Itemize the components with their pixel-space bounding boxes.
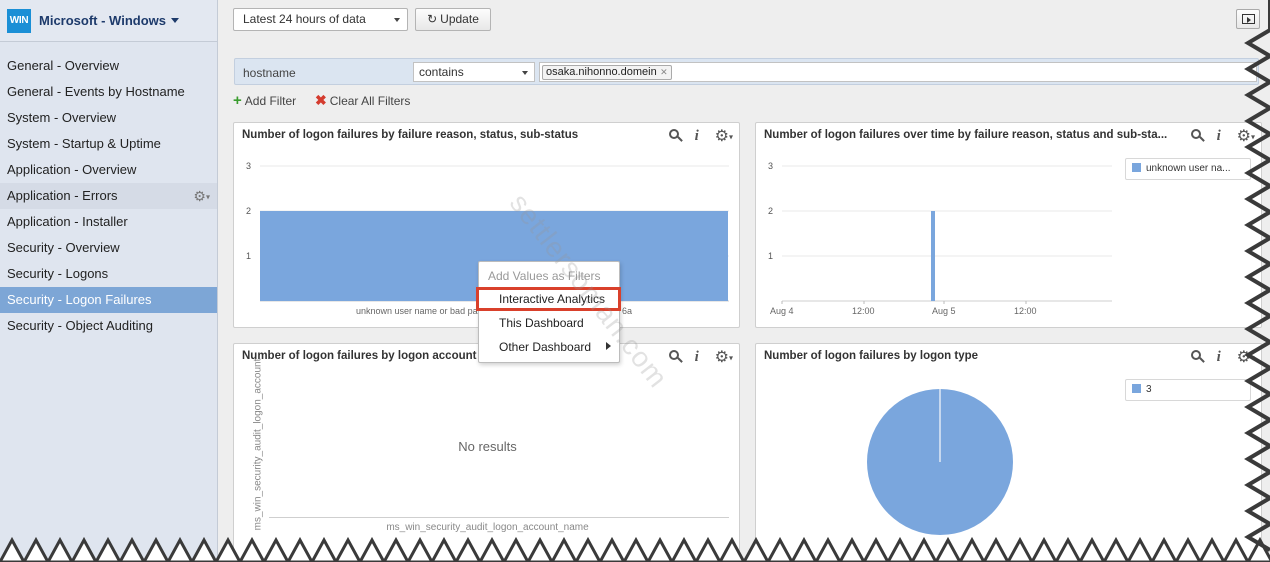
dashboard-nav: General - Overview General - Events by H… — [0, 42, 217, 339]
y-tick-label: 1 — [246, 251, 251, 261]
legend-label: 3 — [1146, 384, 1152, 395]
add-filter-label: Add Filter — [244, 94, 297, 108]
legend-item[interactable]: unknown user na... — [1125, 158, 1251, 180]
sidebar-item-label: Security - Logon Failures — [7, 292, 152, 307]
sidebar-item-security-logons[interactable]: Security - Logons — [0, 261, 217, 287]
sidebar-item-label: System - Startup & Uptime — [7, 136, 161, 151]
sidebar-item-application-installer[interactable]: Application - Installer — [0, 209, 217, 235]
legend-swatch — [1132, 163, 1141, 172]
filter-value-text: osaka.nihonno.domein — [546, 66, 657, 78]
sidebar-item-label: Application - Errors — [7, 188, 118, 203]
plus-icon: + — [233, 92, 242, 109]
filter-value-input[interactable]: osaka.nihonno.domein ✕ — [539, 62, 1257, 82]
sidebar-item-security-overview[interactable]: Security - Overview — [0, 235, 217, 261]
sidebar-item-application-errors[interactable]: Application - Errors ⚙▾ — [0, 183, 217, 209]
chevron-down-icon[interactable] — [171, 18, 179, 23]
menu-header: Add Values as Filters — [488, 269, 601, 283]
sidebar-item-label: Security - Object Auditing — [7, 318, 153, 333]
sidebar-item-label: General - Events by Hostname — [7, 84, 185, 99]
y-tick-label: 1 — [768, 251, 773, 261]
gear-icon[interactable]: ⚙▾ — [715, 347, 733, 367]
clear-all-filters-button[interactable]: ✖ Clear All Filters — [315, 92, 410, 109]
search-icon[interactable] — [668, 350, 683, 364]
context-menu: Add Values as Filters Interactive Analyt… — [476, 261, 621, 363]
sidebar: WIN Microsoft - Windows General - Overvi… — [0, 0, 218, 562]
y-tick-label: 2 — [246, 206, 251, 216]
sidebar-item-system-startup-uptime[interactable]: System - Startup & Uptime — [0, 131, 217, 157]
app-title[interactable]: Microsoft - Windows — [39, 13, 166, 28]
fullscreen-button[interactable] — [1236, 9, 1260, 29]
x-tick-label: 12:00 — [852, 306, 875, 316]
timeseries-chart: 3 2 1 Aug 4 12:00 Aug 5 12:00 — [768, 161, 1112, 316]
pie-chart — [867, 389, 1013, 535]
refresh-icon: ↻ — [427, 12, 438, 26]
sidebar-item-label: System - Overview — [7, 110, 117, 125]
app-logo: WIN — [7, 8, 31, 33]
sidebar-item-label: Security - Logons — [7, 266, 109, 281]
info-icon[interactable]: i — [695, 349, 703, 366]
sidebar-item-security-object-auditing[interactable]: Security - Object Auditing — [0, 313, 217, 339]
sidebar-item-system-overview[interactable]: System - Overview — [0, 105, 217, 131]
filter-row: hostname contains osaka.nihonno.domein ✕ — [234, 58, 1259, 85]
x-tick-label: 12:00 — [1014, 306, 1037, 316]
filter-operator-select[interactable]: contains — [413, 62, 535, 82]
toolbar: Latest 24 hours of data ↻ Update — [219, 0, 1270, 42]
sidebar-item-label: General - Overview — [7, 58, 119, 73]
x-tick-label: 6a — [622, 306, 632, 316]
sidebar-item-general-events-by-hostname[interactable]: General - Events by Hostname — [0, 79, 217, 105]
update-label: Update — [440, 12, 479, 26]
filter-operator-value: contains — [419, 65, 464, 79]
x-tick-label: Aug 5 — [932, 306, 956, 316]
gear-icon[interactable]: ⚙▾ — [193, 183, 210, 210]
no-results-message: No results — [458, 439, 517, 454]
chevron-down-icon — [522, 71, 528, 75]
bar — [931, 211, 935, 301]
sidebar-item-label: Application - Installer — [7, 214, 128, 229]
y-tick-label: 3 — [246, 161, 251, 171]
legend-item[interactable]: 3 — [1125, 379, 1251, 401]
chevron-right-icon — [606, 342, 611, 350]
panel-tools: i ⚙▾ — [668, 347, 733, 367]
sidebar-item-security-logon-failures[interactable]: Security - Logon Failures — [0, 287, 217, 313]
update-button[interactable]: ↻ Update — [415, 8, 491, 31]
filter-field[interactable]: hostname — [243, 66, 296, 80]
time-range-value: Latest 24 hours of data — [243, 12, 366, 26]
play-icon — [1247, 17, 1251, 23]
x-axis-line — [269, 517, 729, 518]
legend-label: unknown user na... — [1146, 163, 1231, 174]
sidebar-item-application-overview[interactable]: Application - Overview — [0, 157, 217, 183]
panel-failures-by-logon-type: Number of logon failures by logon type i… — [755, 343, 1262, 562]
x-tick-label: Aug 4 — [770, 306, 794, 316]
y-tick-label: 2 — [768, 206, 773, 216]
chevron-down-icon — [394, 18, 400, 22]
sidebar-item-general-overview[interactable]: General - Overview — [0, 53, 217, 79]
clear-filters-label: Clear All Filters — [329, 94, 411, 108]
menu-item-other-dashboard[interactable]: Other Dashboard — [499, 340, 591, 354]
y-tick-label: 3 — [768, 161, 773, 171]
app-switcher[interactable]: WIN Microsoft - Windows — [0, 0, 217, 42]
panel-failures-over-time: Number of logon failures over time by fa… — [755, 122, 1262, 328]
close-icon: ✖ — [315, 92, 327, 108]
panel-failures-by-account: Number of logon failures by logon accoun… — [233, 343, 740, 562]
time-range-select[interactable]: Latest 24 hours of data — [233, 8, 408, 31]
sidebar-item-label: Security - Overview — [7, 240, 120, 255]
menu-item-interactive-analytics[interactable]: Interactive Analytics — [476, 287, 621, 311]
x-tick-label: unknown user name or bad pa — [356, 306, 478, 316]
sidebar-item-label: Application - Overview — [7, 162, 137, 177]
menu-item-this-dashboard[interactable]: This Dashboard — [499, 316, 584, 330]
close-icon[interactable]: ✕ — [660, 66, 668, 79]
x-axis-label: ms_win_security_audit_logon_account_name — [386, 522, 589, 533]
add-filter-button[interactable]: + Add Filter — [233, 92, 296, 109]
legend-swatch — [1132, 384, 1141, 393]
filter-value-token[interactable]: osaka.nihonno.domein ✕ — [542, 65, 672, 80]
